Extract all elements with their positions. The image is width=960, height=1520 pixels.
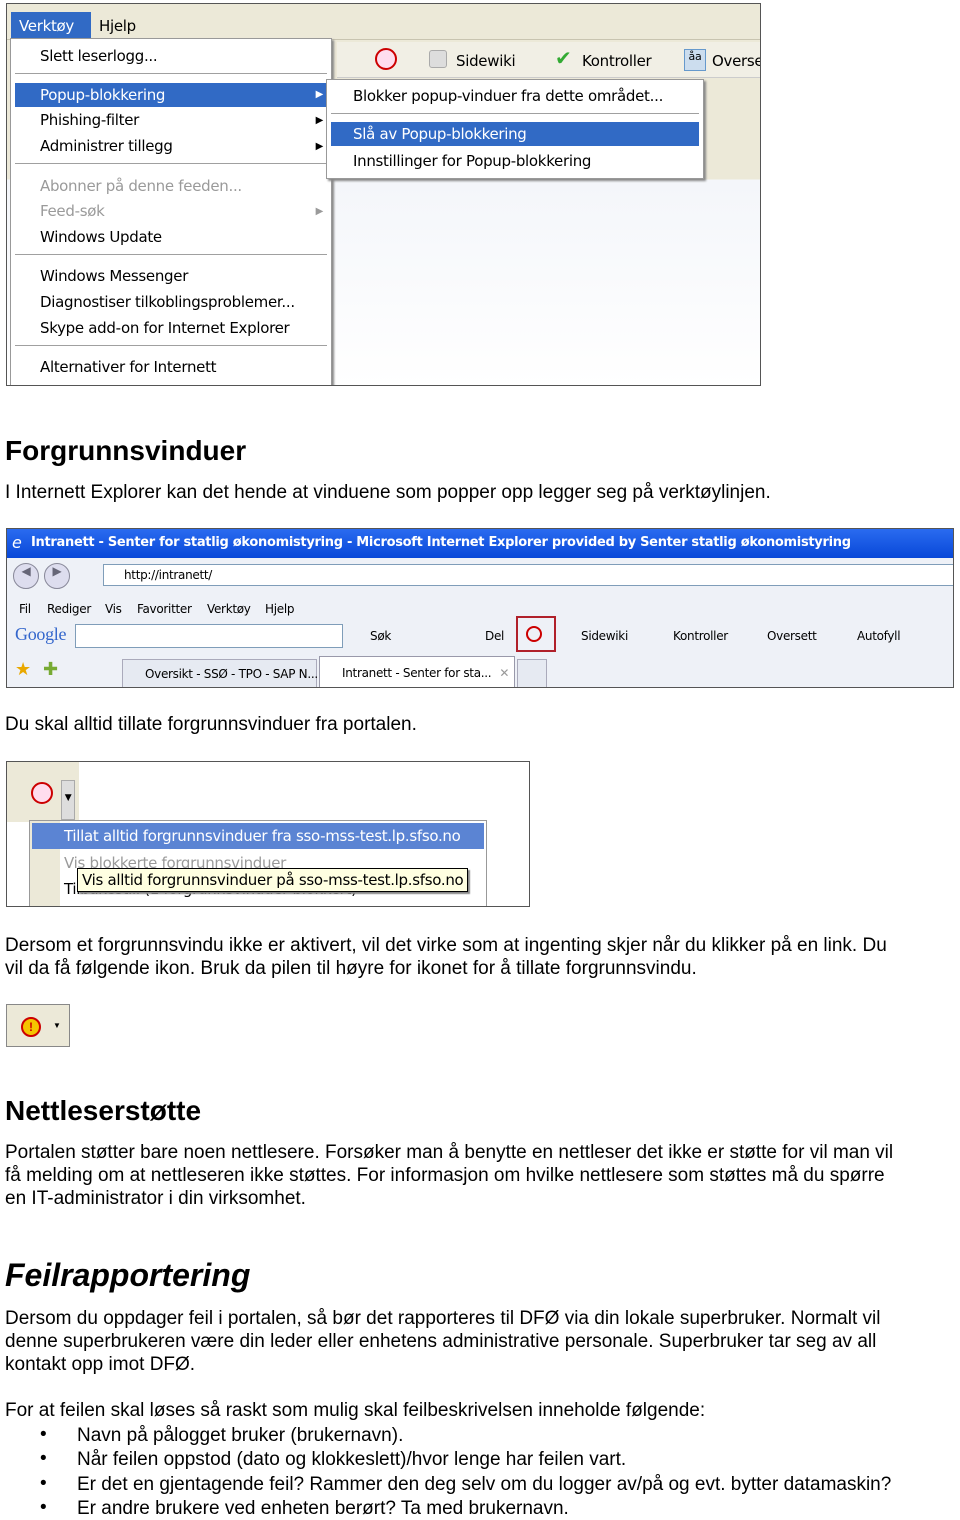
heading-nettleserstotte: Nettleserstøtte xyxy=(5,1095,202,1126)
window-title: Intranett - Senter for statlig økonomist… xyxy=(31,535,851,550)
menu-item-administrer-tillegg[interactable]: Administrer tillegg xyxy=(40,137,173,155)
menu-item-phishing-filter[interactable]: Phishing-filter xyxy=(40,111,139,129)
paragraph: I Internett Explorer kan det hende at vi… xyxy=(5,482,771,503)
menu-item-windows-update[interactable]: Windows Update xyxy=(40,228,162,246)
bullet-icon: • xyxy=(40,1448,47,1469)
translate-icon: åa xyxy=(684,49,706,71)
toolbar-kontroller[interactable]: Kontroller xyxy=(673,629,728,643)
menu-item-alternativer[interactable]: Alternativer for Internett xyxy=(40,358,217,376)
menu-verktoy[interactable]: Verktøy xyxy=(207,602,251,616)
popup-blocked-icon-button[interactable]: ! ▼ xyxy=(6,1004,70,1047)
menu-item-skype[interactable]: Skype add-on for Internet Explorer xyxy=(40,319,290,337)
toolbar-oversett[interactable]: Oversett xyxy=(767,629,817,643)
list-item: Navn på pålogget bruker (brukernavn). xyxy=(77,1425,404,1446)
toolbar-sidewiki[interactable]: Sidewiki xyxy=(581,629,628,643)
toolbar-sok[interactable]: Søk xyxy=(370,629,391,643)
screenshot-popup-menu: ▼ Tillat alltid forgrunnsvinduer fra sso… xyxy=(6,761,530,907)
menu-vis[interactable]: Vis xyxy=(105,602,122,616)
paragraph: vil da få følgende ikon. Bruk da pilen t… xyxy=(5,958,697,979)
paragraph: en IT-administrator i din virksomhet. xyxy=(5,1188,306,1209)
bullet-icon: • xyxy=(40,1424,47,1445)
forward-button[interactable]: ▶ xyxy=(44,563,70,589)
dropdown-arrow[interactable]: ▼ xyxy=(61,780,75,820)
title-bar: Intranett - Senter for statlig økonomist… xyxy=(7,529,953,558)
menu-favoritter[interactable]: Favoritter xyxy=(137,602,192,616)
bullet-icon: • xyxy=(40,1473,47,1494)
paragraph: For at feilen skal løses så raskt som mu… xyxy=(5,1400,706,1421)
list-item: Er andre brukere ved enheten berørt? Ta … xyxy=(77,1498,569,1519)
toolbar-sidewiki[interactable]: Sidewiki xyxy=(456,52,516,70)
tab-intranett[interactable]: Intranett - Senter for sta... ✕ xyxy=(319,656,515,687)
new-tab-button[interactable] xyxy=(517,659,547,687)
paragraph: Dersom et forgrunnsvindu ikke er aktiver… xyxy=(5,935,887,956)
address-text: http://intranett/ xyxy=(124,568,213,582)
toolbar-oversett[interactable]: Overse xyxy=(712,52,760,70)
list-item: Når feilen oppstod (dato og klokkeslett)… xyxy=(77,1449,627,1470)
screenshot-ie-window: Intranett - Senter for statlig økonomist… xyxy=(6,528,954,688)
popup-blocker-icon[interactable] xyxy=(31,782,53,804)
toolbar-autofyll[interactable]: Autofyll xyxy=(857,629,901,643)
menu-rediger[interactable]: Rediger xyxy=(47,602,91,616)
list-item: Er det en gjentagende feil? Rammer den d… xyxy=(77,1474,892,1495)
menu-item-windows-messenger[interactable]: Windows Messenger xyxy=(40,267,188,285)
menu-item-tillat-alltid[interactable]: Tillat alltid forgrunnsvinduer fra sso-m… xyxy=(64,827,461,845)
submenu-blokker[interactable]: Blokker popup-vinduer fra dette området.… xyxy=(353,87,663,105)
google-logo: Google xyxy=(15,624,67,644)
add-favorite-icon[interactable]: ✚ xyxy=(43,659,58,680)
popup-blocker-icon xyxy=(526,626,542,642)
bullet-icon: • xyxy=(40,1497,47,1518)
heading-forgrunnsvinduer: Forgrunnsvinduer xyxy=(5,435,247,466)
heading-feilrapportering: Feilrapportering xyxy=(5,1257,251,1293)
ie-logo-icon: e xyxy=(12,533,22,552)
address-bar[interactable]: http://intranett/ xyxy=(103,564,953,586)
tooltip: Vis alltid forgrunnsvinduer på sso-mss-t… xyxy=(77,868,469,892)
popup-blocker-button-highlighted[interactable] xyxy=(516,616,556,652)
menu-item-slett-leserlogg[interactable]: Slett leserlogg... xyxy=(40,47,158,65)
warning-icon: ! xyxy=(21,1017,41,1037)
popup-submenu: Blokker popup-vinduer fra dette området.… xyxy=(326,79,704,179)
popup-dropdown: Tillat alltid forgrunnsvinduer fra sso-m… xyxy=(29,820,487,906)
menu-bar: Fil Rediger Vis Favoritter Verktøy Hjelp xyxy=(7,599,953,621)
paragraph: få melding om at nettleseren ikke støtte… xyxy=(5,1165,885,1186)
menu-hjelp[interactable]: Hjelp xyxy=(99,17,136,35)
paragraph: denne superbrukeren være din leder eller… xyxy=(5,1331,877,1352)
paragraph: Portalen støtter bare noen nettlesere. F… xyxy=(5,1142,894,1163)
paragraph: kontakt opp imot DFØ. xyxy=(5,1354,196,1375)
back-button[interactable]: ◀ xyxy=(13,563,39,589)
submenu-sla-av[interactable]: Slå av Popup-blokkering xyxy=(353,125,527,143)
tab-oversikt[interactable]: Oversikt - SSØ - TPO - SAP N... xyxy=(122,659,318,687)
popup-blocker-icon[interactable] xyxy=(375,48,397,70)
paragraph: Dersom du oppdager feil i portalen, så b… xyxy=(5,1308,881,1329)
tab-label: Oversikt - SSØ - TPO - SAP N... xyxy=(145,667,318,681)
menu-item-abonner: Abonner på denne feeden... xyxy=(40,177,242,195)
toolbar-del[interactable]: Del xyxy=(485,629,504,643)
check-icon: ✔ xyxy=(555,46,572,70)
google-search-input[interactable] xyxy=(75,624,343,648)
menu-hjelp[interactable]: Hjelp xyxy=(265,602,295,616)
menu-verktoy[interactable]: Verktøy xyxy=(11,12,91,39)
menu-item-feed-sok: Feed-søk xyxy=(40,202,105,220)
screenshot-ie-tools-menu: Verktøy Hjelp Sidewiki ✔ Kontroller åa O… xyxy=(6,3,761,386)
favorites-star-icon[interactable]: ★ xyxy=(15,659,31,680)
tools-menu: Slett leserlogg... Popup-blokkering ▶ Phi… xyxy=(10,38,332,385)
sidewiki-icon xyxy=(429,50,447,68)
tab-label: Intranett - Senter for sta... xyxy=(342,666,492,680)
close-tab-icon[interactable]: ✕ xyxy=(499,666,509,680)
toolbar-kontroller[interactable]: Kontroller xyxy=(582,52,652,70)
menu-fil[interactable]: Fil xyxy=(19,602,31,616)
paragraph: Du skal alltid tillate forgrunnsvinduer … xyxy=(5,714,417,735)
menu-item-diagnostiser[interactable]: Diagnostiser tilkoblingsproblemer... xyxy=(40,293,295,311)
dropdown-arrow[interactable]: ▼ xyxy=(53,1021,61,1030)
menu-item-popup-blokkering[interactable]: Popup-blokkering xyxy=(40,86,165,104)
submenu-innstillinger[interactable]: Innstillinger for Popup-blokkering xyxy=(353,152,591,170)
